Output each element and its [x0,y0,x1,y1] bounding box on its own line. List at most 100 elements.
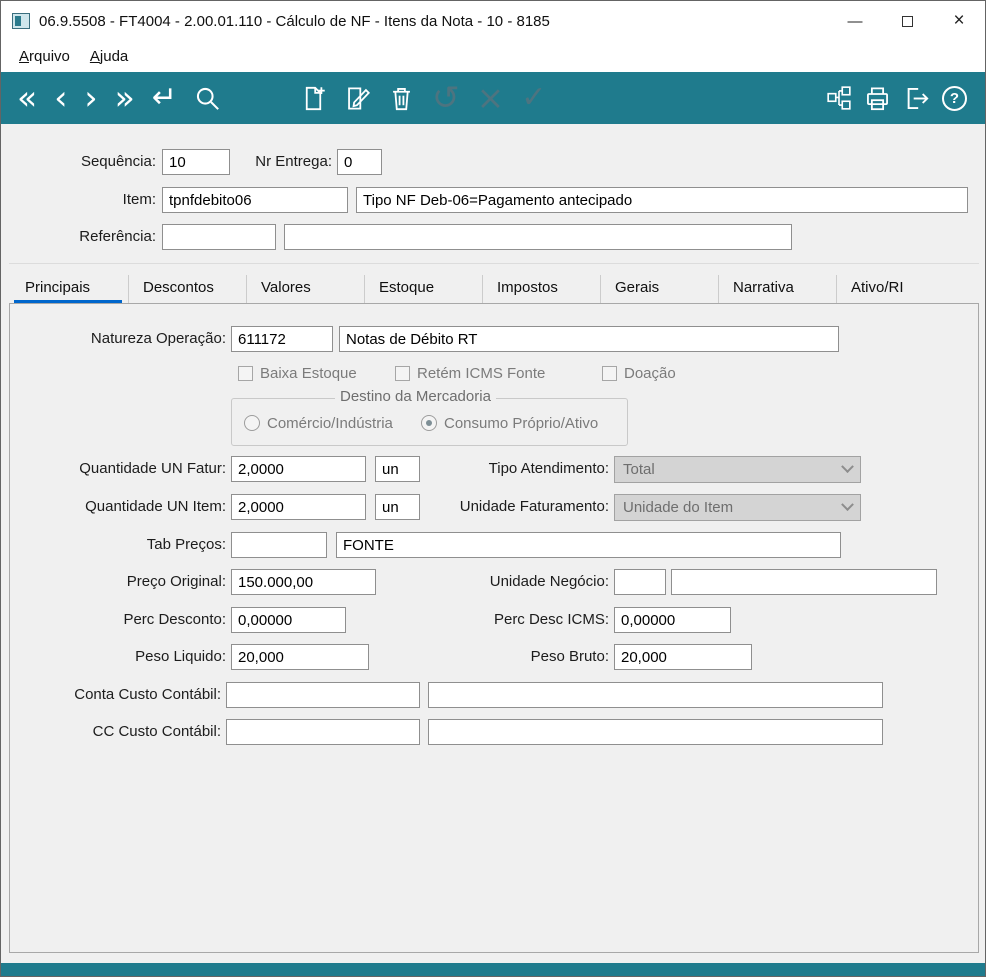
tab-precos-label: Tab Preços: [146,536,226,553]
checkbox-baixa-estoque[interactable]: Baixa Estoque [238,363,357,383]
new-record-icon[interactable] [300,85,327,112]
peso-bruto-label: Peso Bruto: [530,648,609,665]
perc-desconto-input[interactable] [231,607,346,633]
tipo-atendimento-label: Tipo Atendimento: [488,460,609,477]
minimize-button[interactable]: — [829,1,881,41]
print-icon[interactable] [864,85,891,112]
conta-custo-contabil-label: Conta Custo Contábil: [74,686,221,703]
quantidade-un-fatur-label: Quantidade UN Fatur: [79,460,226,477]
tipo-atendimento-select[interactable]: Total [614,456,861,483]
menu-item-arquivo[interactable]: Arquivo [9,44,80,69]
menubar: Arquivo Ajuda [1,41,985,72]
next-record-button[interactable]: › [84,74,97,122]
edit-record-icon[interactable] [344,85,371,112]
window-title: 06.9.5508 - FT4004 - 2.00.01.110 - Cálcu… [39,12,550,30]
confirm-icon[interactable]: ✓ [521,74,546,122]
tab-gerais[interactable]: Gerais [601,275,719,303]
tab-narrativa[interactable]: Narrativa [719,275,837,303]
quantidade-un-item-input[interactable] [231,494,366,520]
referencia-input[interactable] [162,224,276,250]
checkbox-baixa-estoque-label: Baixa Estoque [260,364,357,382]
peso-liquido-input[interactable] [231,644,369,670]
close-button[interactable]: × [933,1,985,41]
minimize-icon: — [847,12,863,30]
unidade-faturamento-select[interactable]: Unidade do Item [614,494,861,521]
cc-custo-contabil-input[interactable] [226,719,420,745]
tab-descontos[interactable]: Descontos [129,275,247,303]
exit-icon[interactable] [903,85,930,112]
perc-desc-icms-input[interactable] [614,607,731,633]
app-window: 06.9.5508 - FT4004 - 2.00.01.110 - Cálcu… [0,0,986,977]
checkbox-doacao[interactable]: Doação [602,363,676,383]
tab-valores[interactable]: Valores [247,275,365,303]
last-record-button[interactable]: » [115,74,135,122]
unidade-faturamento-value: Unidade do Item [623,499,734,516]
nr-entrega-input[interactable] [337,149,382,175]
conta-custo-contabil-desc-input[interactable] [428,682,883,708]
referencia-label: Referência: [79,228,156,245]
checkbox-doacao-label: Doação [624,364,676,382]
help-icon[interactable]: ? [942,85,967,111]
destino-mercadoria-title: Destino da Mercadoria [335,388,496,405]
radio-consumo-label: Consumo Próprio/Ativo [444,414,599,432]
conta-custo-contabil-input[interactable] [226,682,420,708]
tab-strip: Principais Descontos Valores Estoque Imp… [11,275,961,303]
search-icon[interactable] [194,85,221,112]
peso-liquido-label: Peso Liquido: [135,648,226,665]
quantidade-un-fatur-unit-input[interactable] [375,456,420,482]
item-label: Item: [122,191,156,208]
tab-ativo-ri[interactable]: Ativo/RI [837,275,955,303]
perc-desc-icms-label: Perc Desc ICMS: [493,611,609,628]
perc-desconto-label: Perc Desconto: [123,611,226,628]
status-bar [1,963,985,976]
cancel-icon[interactable]: × [477,74,505,122]
undo-icon[interactable]: ↺ [432,74,460,122]
tab-estoque[interactable]: Estoque [365,275,483,303]
preco-original-label: Preço Original: [126,573,226,590]
close-icon: × [953,10,965,31]
unidade-negocio-desc-input[interactable] [671,569,937,595]
tipo-atendimento-value: Total [623,461,655,478]
natureza-operacao-label: Natureza Operação: [90,330,226,347]
toolbar: « ‹ › » ↵ ↺ × ✓ ? [1,72,985,124]
natureza-operacao-desc-input[interactable] [339,326,839,352]
natureza-operacao-input[interactable] [231,326,333,352]
peso-bruto-input[interactable] [614,644,752,670]
go-to-button[interactable]: ↵ [152,74,177,122]
radio-consumo-proprio-ativo[interactable]: Consumo Próprio/Ativo [421,413,598,433]
quantidade-un-item-unit-input[interactable] [375,494,420,520]
checkbox-retem-icms-fonte[interactable]: Retém ICMS Fonte [395,363,545,383]
radio-comercio-industria[interactable]: Comércio/Indústria [244,413,393,433]
nr-entrega-label: Nr Entrega: [255,153,332,170]
header-separator [9,263,979,264]
quantidade-un-fatur-input[interactable] [231,456,366,482]
item-input[interactable] [162,187,348,213]
sequencia-label: Sequência: [80,153,156,170]
cc-custo-contabil-desc-input[interactable] [428,719,883,745]
first-record-button[interactable]: « [17,74,37,122]
maximize-button[interactable] [881,1,933,41]
tab-principais[interactable]: Principais [11,275,129,303]
checkbox-icon [395,365,410,381]
maximize-icon [901,15,913,27]
unidade-faturamento-label: Unidade Faturamento: [459,498,609,515]
checkbox-icon [602,365,617,381]
cc-custo-contabil-label: CC Custo Contábil: [92,723,221,740]
radio-comercio-label: Comércio/Indústria [267,414,393,432]
item-description-input[interactable] [356,187,968,213]
tab-precos-input[interactable] [231,532,327,558]
referencia-description-input[interactable] [284,224,792,250]
chevron-down-icon [841,460,854,474]
previous-record-button[interactable]: ‹ [54,74,67,122]
unidade-negocio-input[interactable] [614,569,666,595]
delete-record-icon[interactable] [388,85,415,112]
sequencia-input[interactable] [162,149,230,175]
titlebar: 06.9.5508 - FT4004 - 2.00.01.110 - Cálcu… [1,1,985,41]
preco-original-input[interactable] [231,569,376,595]
quantidade-un-item-label: Quantidade UN Item: [85,498,226,515]
app-icon [12,13,30,29]
menu-item-ajuda[interactable]: Ajuda [80,44,138,69]
tab-impostos[interactable]: Impostos [483,275,601,303]
tab-precos-desc-input[interactable] [336,532,841,558]
hierarchy-icon[interactable] [826,85,852,111]
